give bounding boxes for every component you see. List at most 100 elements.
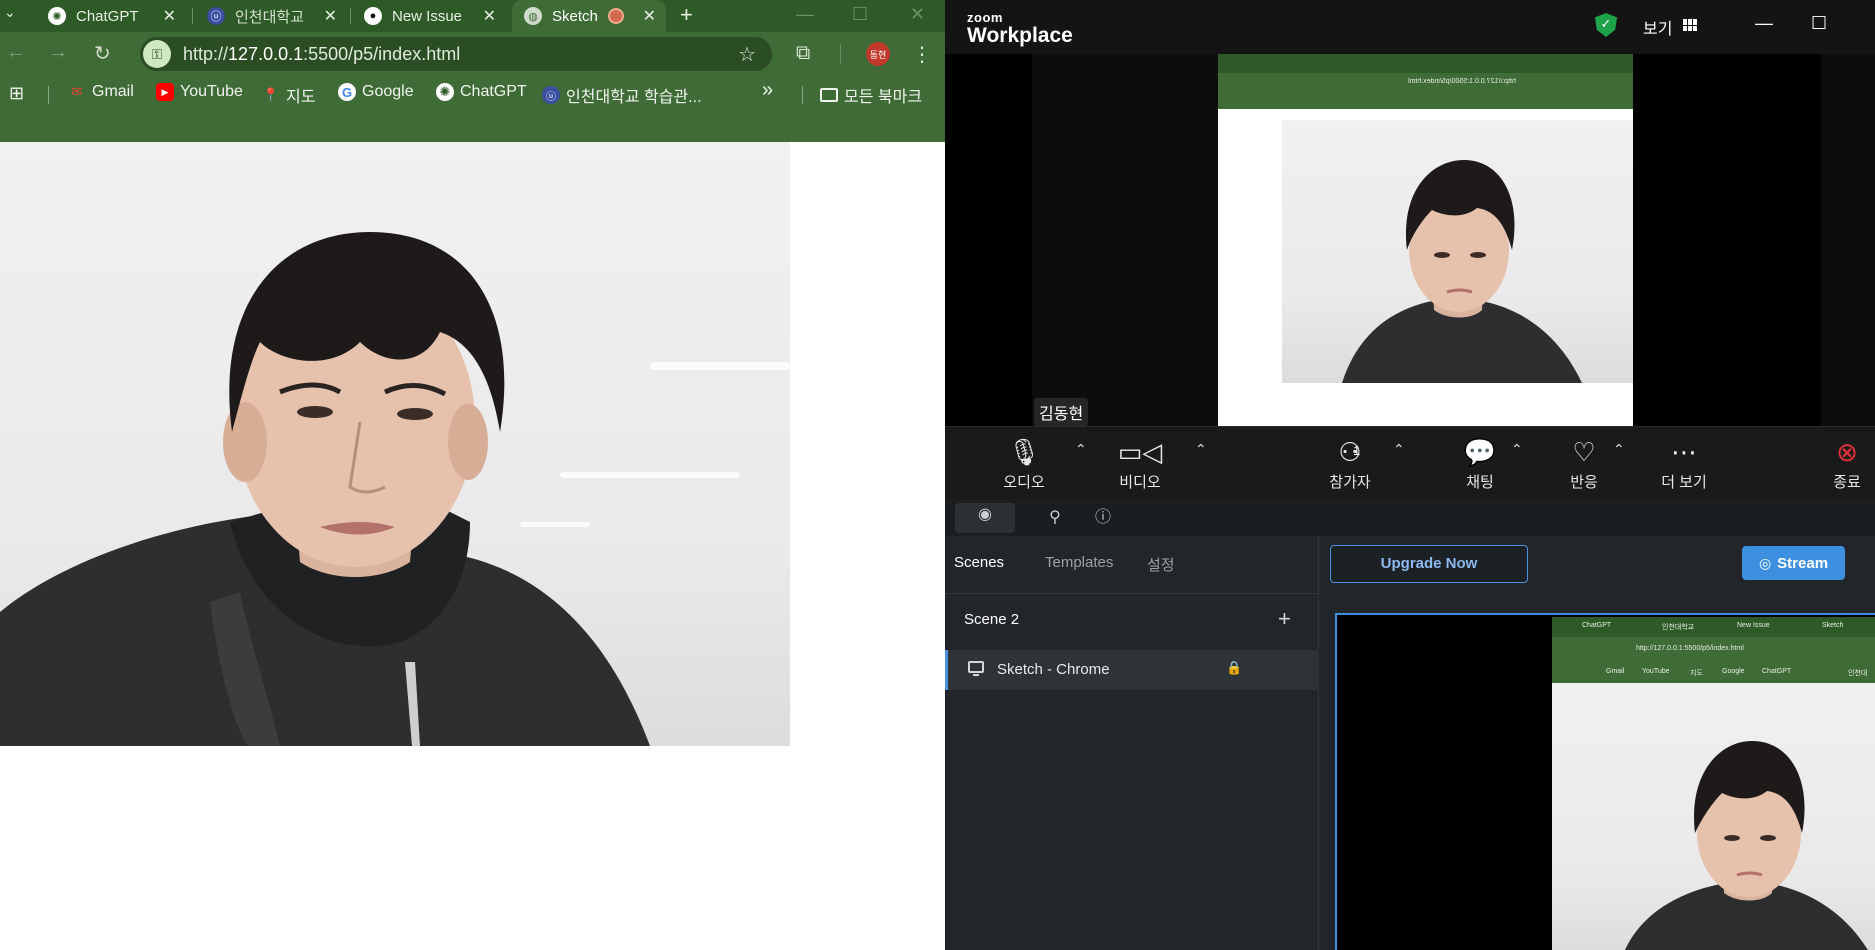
bookmark-google[interactable]: G Google [338,83,414,101]
reactions-button[interactable]: ♡ 반응 [1559,437,1609,492]
video-options-caret[interactable]: ⌃ [1195,441,1207,458]
reload-icon[interactable]: ↻ [94,41,111,66]
chat-icon: 💬 [1463,437,1497,467]
chrome-window: ⌄ ✺ ChatGPT ✕ ⓤ 인천대학교 ✕ ● New Issue ✕ ◍ … [0,0,945,950]
monitor-icon [968,661,984,676]
tab-new-issue[interactable]: ● New Issue ✕ [352,0,506,32]
scene-name[interactable]: Scene 2 [964,611,1019,628]
audio-options-caret[interactable]: ⌃ [1075,441,1087,458]
toolbar-divider [840,44,841,64]
zoom-title-bar: zoom Workplace ✓ 보기 — ☐ [945,0,1875,54]
person-webcam-image [0,232,650,746]
person-icon[interactable]: ⚲ [1043,506,1067,530]
minimize-icon[interactable]: — [1755,13,1773,34]
source-item[interactable]: Sketch - Chrome 🔒 [945,650,1319,690]
tab-title: 인천대학교 [235,8,305,26]
chatgpt-icon: ✺ [436,83,454,101]
zoom-product-name: Workplace [967,24,1073,47]
mirrored-tab-strip [1218,54,1633,73]
recording-icon [608,8,624,24]
chat-options-caret[interactable]: ⌃ [1511,441,1523,458]
broadcast-icon: ◎ [1758,554,1772,571]
tab-search-icon[interactable]: ⌄ [4,4,16,21]
url-text: http://127.0.0.1:5500/p5/index.html [183,43,461,64]
chrome-source-icon[interactable]: ◉ [955,503,1015,533]
menu-icon[interactable]: ⋮ [912,42,932,67]
video-camera-icon: ▭◁ [1117,437,1163,467]
desktop: ⌄ ✺ ChatGPT ✕ ⓤ 인천대학교 ✕ ● New Issue ✕ ◍ … [0,0,1875,950]
chat-button[interactable]: 💬 채팅 [1455,437,1505,492]
maximize-icon[interactable]: ☐ [1811,13,1827,34]
tab-settings[interactable]: 설정 [1147,554,1175,575]
close-tab-icon[interactable]: ✕ [643,6,656,26]
profile-avatar[interactable]: 동현 [866,42,890,66]
forward-icon[interactable]: → [48,41,68,64]
close-tab-icon[interactable]: ✕ [163,6,176,26]
github-icon: ● [364,7,382,25]
bookmarks-overflow-button[interactable]: » [762,79,773,102]
address-bar[interactable]: ⚿ http://127.0.0.1:5500/p5/index.html ☆ [140,37,772,71]
back-icon[interactable]: ← [6,41,26,64]
bookmark-gmail[interactable]: ✉ Gmail [68,83,134,101]
mirrored-toolbar: http://127.0.0.1:5500/p5/index.html [1218,73,1633,93]
more-button[interactable]: ⋯ 더 보기 [1651,437,1717,492]
mirrored-url: http://127.0.0.1:5500/p5/index.html [1408,78,1516,85]
university-icon: ⓤ [207,7,225,25]
add-scene-button[interactable]: + [1278,606,1291,632]
tab-title: New Issue [392,7,463,25]
upgrade-button[interactable]: Upgrade Now [1330,545,1528,583]
tab-templates[interactable]: Templates [1045,554,1113,571]
site-info-icon[interactable]: ⚿ [143,40,171,68]
gmail-icon: ✉ [71,84,83,99]
shared-screen-view: http://127.0.0.1:5500/p5/index.html [1218,54,1633,426]
stream-button[interactable]: ◎ Stream [1742,546,1845,580]
info-icon[interactable]: ⓘ [1091,506,1115,530]
security-shield-icon[interactable]: ✓ [1595,13,1617,37]
bookmark-maps[interactable]: 📍 지도 [262,83,316,107]
stream-top-icons: ◉ ⚲ ⓘ [945,500,1875,536]
person-webcam-image [1625,741,1868,950]
tab-divider [350,8,351,24]
extensions-icon[interactable]: ⧉ [796,42,810,65]
folder-icon [820,88,838,102]
video-button[interactable]: ▭◁ 비디오 [1105,437,1175,492]
sketch-page [0,142,945,950]
all-bookmarks-folder[interactable]: 모든 북마크 [820,83,922,107]
view-button[interactable]: 보기 [1643,15,1672,39]
reactions-options-caret[interactable]: ⌃ [1613,441,1625,458]
grid-view-icon[interactable] [1683,19,1697,31]
bookmark-star-icon[interactable]: ☆ [738,42,756,67]
end-meeting-button[interactable]: ⊗ 종료 [1825,437,1869,492]
participants-icon: ⚇ [1338,437,1362,467]
zoom-logo-text: zoom [967,10,1003,25]
video-gutter [1821,54,1875,426]
new-tab-button[interactable]: + [680,2,693,28]
zoom-video-stage: http://127.0.0.1:5500/p5/index.html 김동현 [945,54,1875,426]
bookmark-chatgpt[interactable]: ✺ ChatGPT [436,83,527,101]
preview-bookmarks: Gmail YouTube 지도 Google ChatGPT 인천대 [1552,661,1875,683]
close-tab-icon[interactable]: ✕ [324,6,337,26]
tab-university[interactable]: ⓤ 인천대학교 ✕ [195,0,347,32]
bookmark-university[interactable]: ⓤ 인천대학교 학습관... [542,83,702,107]
tab-title: Sketch [552,7,598,25]
mirrored-bookmarks [1218,93,1633,109]
lock-icon[interactable]: 🔒 [1226,660,1242,676]
minimize-icon[interactable]: — [796,4,814,25]
preview-toolbar: http://127.0.0.1:5500/p5/index.html [1552,637,1875,661]
close-tab-icon[interactable]: ✕ [483,6,496,26]
tab-divider [192,8,193,24]
maximize-icon[interactable]: ☐ [852,4,868,25]
chatgpt-icon: ✺ [48,7,66,25]
bookmark-divider [802,86,803,104]
apps-icon[interactable]: ⊞ [9,83,24,104]
zoom-window: zoom Workplace ✓ 보기 — ☐ http://127.0.0.1… [945,0,1875,500]
bookmark-youtube[interactable]: ▶ YouTube [156,83,243,101]
participants-options-caret[interactable]: ⌃ [1393,441,1405,458]
close-window-icon[interactable]: ✕ [910,4,925,25]
tab-chatgpt[interactable]: ✺ ChatGPT ✕ [36,0,186,32]
participants-button[interactable]: ⚇ 참가자 [1312,437,1388,492]
preview-webcam-image [1552,683,1875,950]
tab-sketch[interactable]: ◍ Sketch ✕ [512,0,666,32]
tab-scenes[interactable]: Scenes [954,554,1004,571]
audio-button[interactable]: 🎙 오디오 [989,437,1059,492]
